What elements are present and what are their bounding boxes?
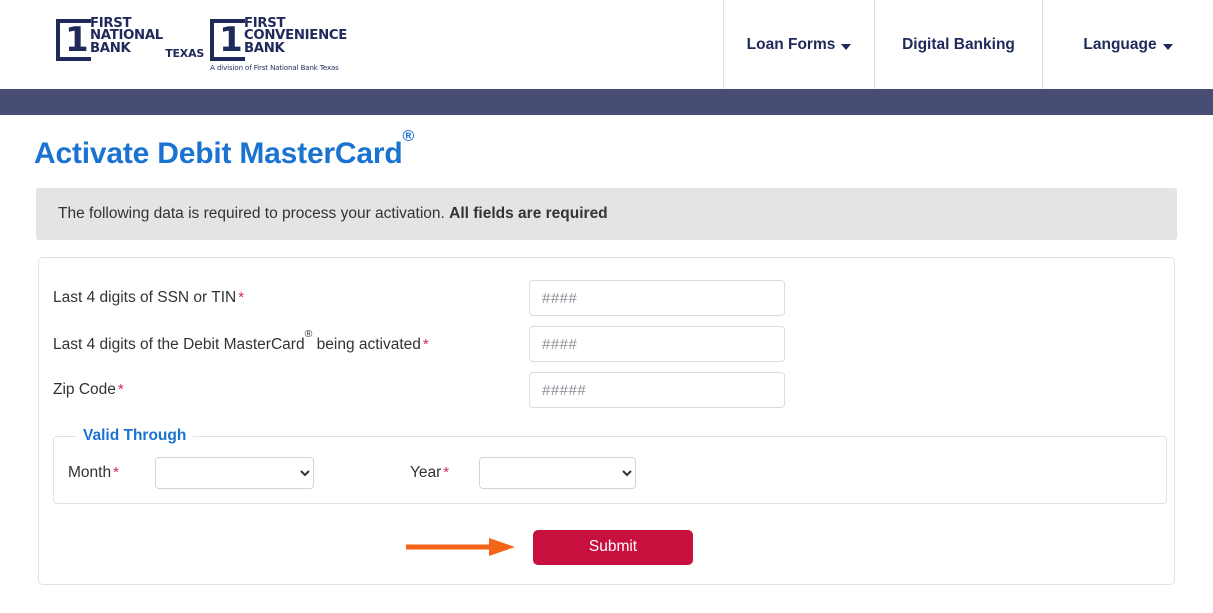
year-select[interactable]: 20232024202520262027202820292030 [479, 457, 637, 489]
label-year: Year * [410, 464, 449, 482]
nav-label-language: Language [1083, 35, 1157, 53]
label-zip-code: Zip Code * [53, 381, 529, 399]
required-asterisk: * [443, 464, 450, 481]
field-row-zip: Zip Code * [39, 367, 1174, 413]
required-asterisk: * [117, 381, 124, 398]
month-select[interactable]: 010203040506070809101112 [154, 457, 314, 489]
label-card-last4-text: Last 4 digits of the Debit MasterCard [53, 336, 305, 354]
registered-mark-icon: ® [304, 328, 313, 341]
nav-item-language[interactable]: Language [1042, 0, 1213, 89]
logo-texas-suffix: TEXAS [165, 46, 205, 60]
nav-label-loan-forms: Loan Forms [746, 35, 836, 53]
site-header: 1 FIRST NATIONAL BANK TEXAS 1 FIRST CONV… [0, 0, 1213, 89]
bank-logo[interactable]: 1 FIRST NATIONAL BANK TEXAS 1 FIRST CONV… [56, 17, 347, 72]
label-month: Month * [68, 464, 119, 482]
logo-line-bank-primary: BANK [89, 40, 131, 56]
zip-code-input[interactable] [529, 372, 785, 408]
logo-tagline: A division of First National Bank Texas [210, 63, 339, 72]
page-title: Activate Debit MasterCard® [0, 115, 1213, 171]
notice-banner: The following data is required to proces… [36, 188, 1177, 240]
submit-button[interactable]: Submit [533, 529, 693, 565]
label-card-last4-suffix: being activated [312, 336, 421, 354]
nav-item-digital-banking[interactable]: Digital Banking [874, 0, 1042, 89]
ssn-last4-input[interactable] [529, 280, 785, 316]
valid-through-row: Month* 010203040506070809101112 Year* 20… [54, 449, 1166, 489]
label-zip-code-text: Zip Code [53, 381, 116, 398]
nav-label-digital-banking: Digital Banking [902, 35, 1015, 53]
field-row-ssn: Last 4 digits of SSN or TIN * [39, 275, 1174, 321]
label-card-last4: Last 4 digits of the Debit MasterCard® b… [53, 328, 529, 354]
required-asterisk: * [422, 336, 429, 354]
logo-line-bank-secondary: BANK [243, 40, 285, 56]
required-asterisk: * [113, 464, 119, 481]
label-month-text: Month [68, 464, 112, 481]
label-ssn-tin-text: Last 4 digits of SSN or TIN [53, 289, 237, 306]
logo-numeral-one-primary: 1 [56, 18, 91, 61]
logo-zone: 1 FIRST NATIONAL BANK TEXAS 1 FIRST CONV… [0, 0, 723, 89]
card-last4-input[interactable] [529, 326, 785, 362]
primary-navigation: Loan Forms Digital Banking Language [723, 0, 1213, 89]
chevron-down-icon [1162, 43, 1173, 50]
logo-first-convenience-bank: 1 FIRST CONVENIENCE BANK A division of F… [210, 17, 347, 72]
registered-mark-icon: ® [402, 127, 415, 145]
page-title-text: Activate Debit MasterCard [34, 137, 403, 170]
notice-text: The following data is required to proces… [58, 205, 450, 222]
main-content: Activate Debit MasterCard® The following… [0, 115, 1213, 585]
required-asterisk: * [238, 289, 245, 306]
logo-first-national-bank: 1 FIRST NATIONAL BANK TEXAS [56, 17, 205, 61]
chevron-down-icon [841, 43, 852, 50]
notice-bold-text: All fields are required [449, 205, 608, 222]
annotation-arrow-icon [406, 538, 515, 556]
label-year-text: Year [409, 464, 442, 481]
label-ssn-tin: Last 4 digits of SSN or TIN * [53, 289, 529, 307]
valid-through-fieldset: Valid Through Month* 0102030405060708091… [53, 427, 1167, 504]
field-row-card: Last 4 digits of the Debit MasterCard® b… [39, 321, 1174, 367]
accent-bar [0, 89, 1213, 115]
nav-item-loan-forms[interactable]: Loan Forms [723, 0, 874, 89]
valid-through-legend: Valid Through [83, 427, 187, 444]
logo-numeral-one-secondary: 1 [210, 18, 245, 61]
submit-row: Submit [39, 528, 1174, 566]
activation-form-panel: Last 4 digits of SSN or TIN* Last 4 digi… [38, 257, 1175, 585]
